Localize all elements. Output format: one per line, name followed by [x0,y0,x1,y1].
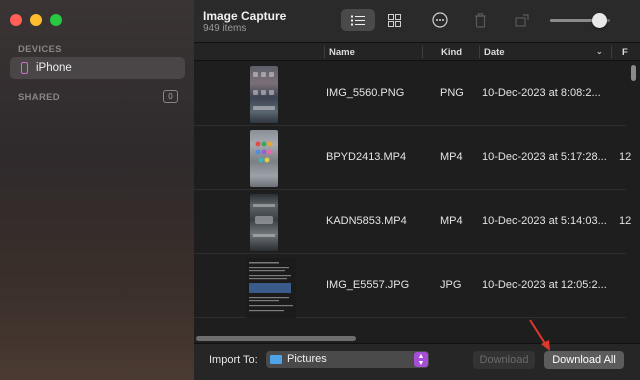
ellipsis-circle-icon [432,12,448,28]
document-preview [249,262,293,312]
column-header: Name Kind Date ⌄ F [194,43,640,61]
screenshot-preview [253,72,275,110]
file-thumbnail [250,130,278,187]
annotation-arrow-icon [529,319,550,351]
column-divider [479,46,480,58]
file-kind: JPG [440,279,462,291]
file-name: KADN5853.MP4 [326,215,407,227]
column-divider [422,46,423,58]
column-name[interactable]: Name [329,47,355,58]
column-extra[interactable]: F [622,47,628,58]
file-name: IMG_5560.PNG [326,87,405,99]
grid-view-button[interactable] [383,9,405,31]
sidebar: DEVICES iPhone SHARED 0 [0,0,194,380]
table-row[interactable]: IMG_5560.PNG PNG 10-Dec-2023 at 8:08:2..… [194,62,626,126]
file-thumbnail [250,194,278,251]
toolbar: Image Capture 949 items [194,0,640,43]
image-capture-window: DEVICES iPhone SHARED 0 Image Capture 94… [0,0,640,380]
video-preview [253,204,275,237]
window-controls [10,14,62,26]
list-view-icon [351,15,365,25]
file-kind: MP4 [440,151,463,163]
chevron-up-down-icon: ▲ ▼ [414,352,428,367]
sidebar-item-iphone[interactable]: iPhone [10,57,185,79]
iphone-icon [21,62,28,74]
horizontal-scrollbar[interactable] [194,335,640,342]
vertical-scrollbar[interactable] [630,63,637,333]
column-date[interactable]: Date [484,47,505,58]
column-divider [324,46,325,58]
slider-knob[interactable] [591,13,607,28]
file-name: IMG_E5557.JPG [326,279,410,291]
rotate-button[interactable] [512,9,532,31]
rotate-icon [514,14,529,27]
zoom-button[interactable] [50,14,62,26]
import-destination-value: Pictures [287,353,327,365]
file-kind: PNG [440,87,464,99]
file-date: 10-Dec-2023 at 5:17:28... [482,151,607,163]
file-thumbnail [250,66,278,123]
file-kind: MP4 [440,215,463,227]
file-name: BPYD2413.MP4 [326,151,407,163]
table-row[interactable]: BPYD2413.MP4 MP4 10-Dec-2023 at 5:17:28.… [194,126,631,190]
import-bar: Import To: Pictures ▲ ▼ Download Download… [194,343,640,380]
sort-chevron-icon: ⌄ [596,47,603,56]
folder-icon [270,355,282,364]
horizontal-scrollbar-thumb[interactable] [196,336,356,341]
trash-icon [474,12,486,28]
more-actions-button[interactable] [430,9,450,31]
column-divider [611,46,612,58]
grid-view-icon [387,13,401,27]
close-button[interactable] [10,14,22,26]
thumbnail-size-slider[interactable] [550,13,610,28]
import-destination-select[interactable]: Pictures ▲ ▼ [266,351,429,368]
file-date: 10-Dec-2023 at 5:14:03... [482,215,607,227]
table-row[interactable]: KADN5853.MP4 MP4 10-Dec-2023 at 5:14:03.… [194,190,631,254]
main-area: Image Capture 949 items Name Kind Date ⌄… [194,0,640,380]
sidebar-item-label: iPhone [36,62,72,74]
vertical-scrollbar-thumb[interactable] [631,65,636,81]
file-list: IMG_5560.PNG PNG 10-Dec-2023 at 8:08:2..… [194,62,640,334]
list-view-button[interactable] [341,9,375,31]
minimize-button[interactable] [30,14,42,26]
shared-section-label: SHARED [18,92,60,103]
delete-button[interactable] [470,9,490,31]
file-date: 10-Dec-2023 at 8:08:2... [482,87,601,99]
window-title: Image Capture [203,9,287,23]
item-count: 949 items [203,23,247,34]
video-preview [255,141,273,163]
import-to-label: Import To: [209,354,258,366]
devices-section-label: DEVICES [18,44,62,55]
file-thumbnail [246,258,296,318]
table-row[interactable]: IMG_E5557.JPG JPG 10-Dec-2023 at 12:05:2… [194,254,626,318]
file-date: 10-Dec-2023 at 12:05:2... [482,279,607,291]
column-kind[interactable]: Kind [441,47,462,58]
shared-count-badge: 0 [163,90,178,103]
